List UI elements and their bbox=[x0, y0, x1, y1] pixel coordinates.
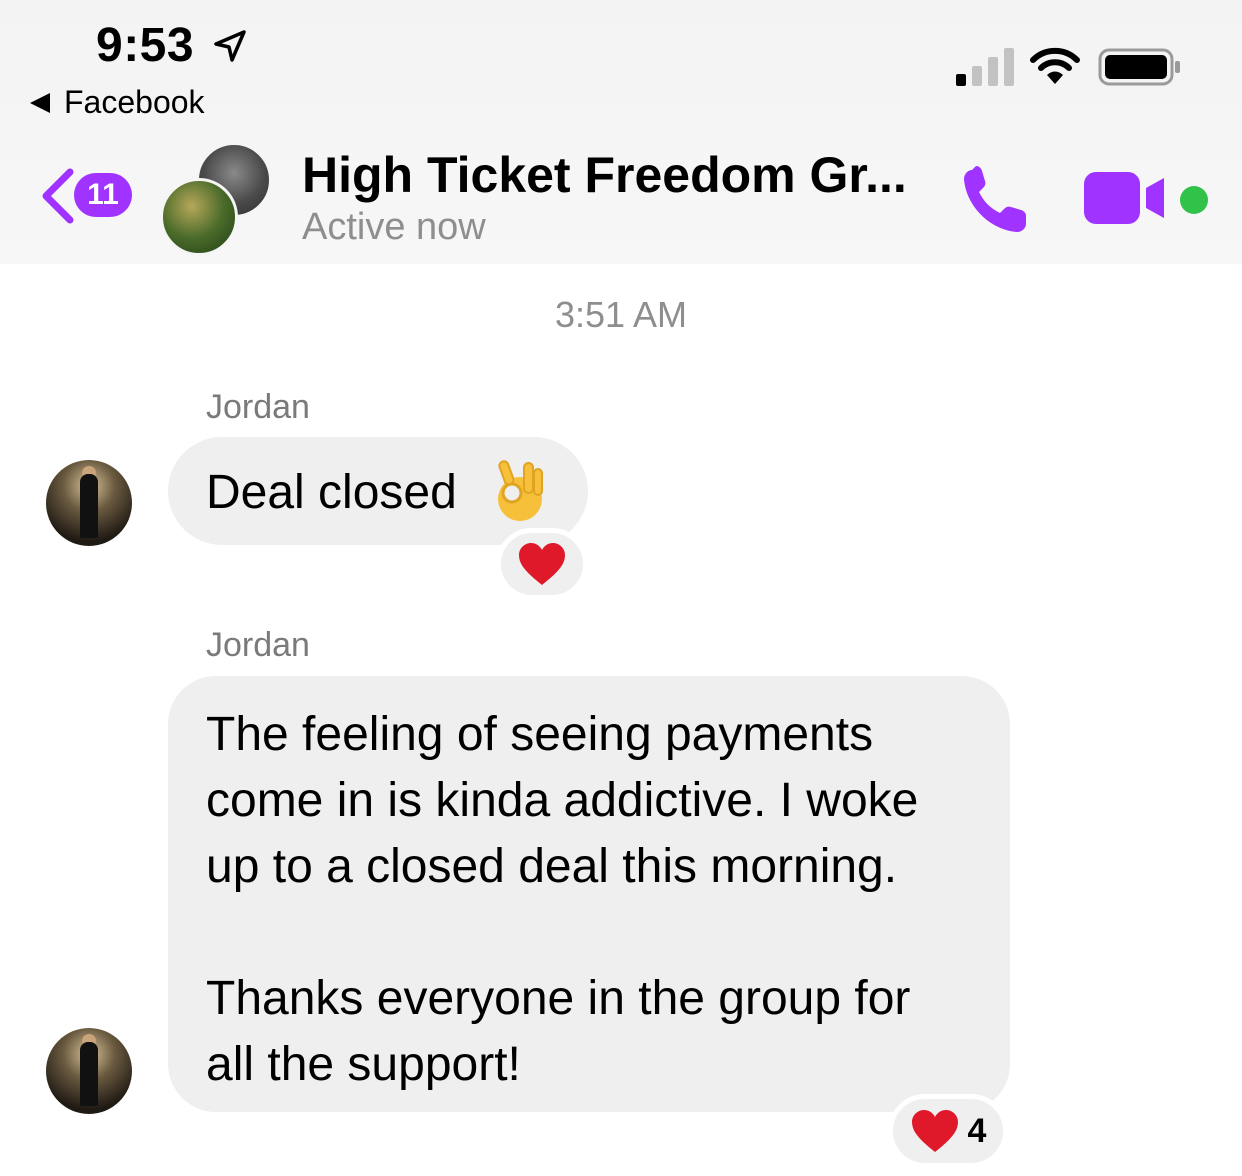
phone-call-icon[interactable] bbox=[958, 162, 1034, 238]
reaction-badge[interactable]: 4 bbox=[888, 1094, 1008, 1168]
heart-reaction-icon bbox=[519, 543, 565, 585]
location-arrow-icon bbox=[214, 30, 246, 62]
reaction-badge[interactable] bbox=[496, 528, 588, 600]
sender-avatar[interactable] bbox=[46, 460, 132, 546]
message-text: The feeling of seeing payments come in i… bbox=[206, 708, 919, 1091]
unread-count-badge: 11 bbox=[74, 173, 132, 217]
back-button[interactable]: 11 bbox=[38, 164, 138, 228]
sender-avatar[interactable] bbox=[46, 1028, 132, 1114]
back-app-label: Facebook bbox=[64, 84, 205, 120]
heart-reaction-icon bbox=[911, 1110, 958, 1152]
avatar-figure bbox=[80, 1042, 98, 1106]
message-bubble[interactable]: The feeling of seeing payments come in i… bbox=[168, 676, 1010, 1112]
chevron-left-icon bbox=[42, 168, 74, 224]
online-indicator bbox=[1180, 186, 1208, 214]
ok-hand-emoji-icon bbox=[498, 460, 543, 521]
back-to-app-link[interactable]: Facebook bbox=[30, 84, 205, 121]
battery-icon bbox=[1098, 48, 1180, 86]
reaction-count: 4 bbox=[967, 1111, 987, 1150]
sender-name: Jordan bbox=[206, 626, 310, 664]
message-text: Deal closed bbox=[206, 466, 457, 519]
group-member-avatar bbox=[160, 178, 238, 256]
active-status: Active now bbox=[302, 206, 486, 248]
conversation-title[interactable]: High Ticket Freedom Gr... bbox=[302, 146, 932, 204]
wifi-icon bbox=[1030, 47, 1080, 84]
video-call-icon[interactable] bbox=[1084, 170, 1168, 226]
message-timestamp: 3:51 AM bbox=[554, 294, 688, 335]
avatar-figure bbox=[80, 474, 98, 538]
cellular-signal-icon bbox=[956, 48, 1014, 86]
top-bar: 9:53 Facebook 11 High Ticket Freedom Gr.… bbox=[0, 0, 1242, 264]
status-time: 9:53 bbox=[96, 19, 195, 72]
back-triangle-icon bbox=[30, 92, 50, 113]
sender-name: Jordan bbox=[206, 388, 310, 426]
group-avatar[interactable] bbox=[160, 142, 272, 256]
